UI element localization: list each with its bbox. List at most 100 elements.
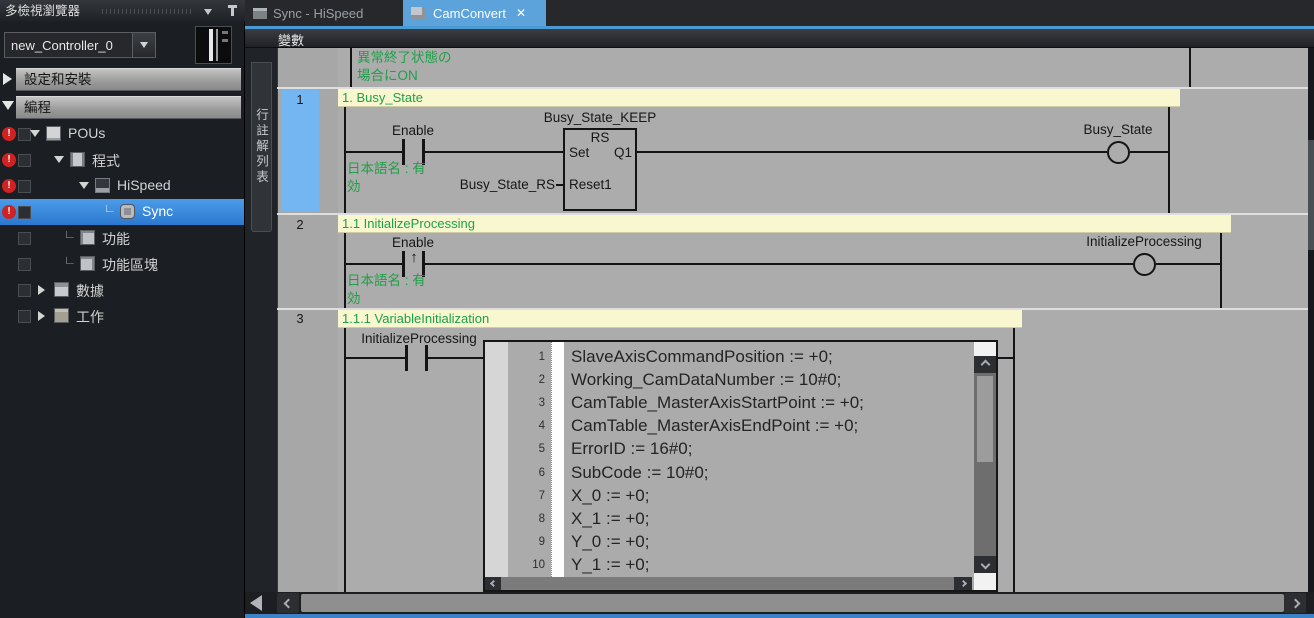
tab-close-icon[interactable]: ✕ (516, 6, 526, 20)
tree-item-label: HiSpeed (117, 177, 171, 193)
branch-icon: ∟ (64, 253, 76, 267)
st-line[interactable]: 8 X_1 := +0; (508, 507, 952, 530)
expander-icon[interactable] (38, 311, 45, 321)
controller-select-chevron-icon[interactable] (132, 33, 155, 57)
editor-scroll-left-button[interactable] (277, 593, 299, 613)
st-line[interactable]: 4CamTable_MasterAxisEndPoint := +0; (508, 415, 952, 438)
pin-icon[interactable] (227, 4, 239, 17)
tree-item-label: 數據 (76, 281, 104, 301)
section-label: 設定和安裝 (24, 72, 92, 87)
st-line[interactable]: 2Working_CamDataNumber := 10#0; (508, 368, 952, 391)
st-line[interactable]: 5ErrorID := 16#0; (508, 438, 952, 461)
tree-item-pous[interactable]: !POUs (0, 121, 244, 147)
tree-item-tasks[interactable]: 工作 (0, 303, 244, 329)
explorer-menu-chevron-icon[interactable] (204, 9, 212, 15)
st-code-text[interactable]: CamTable_MasterAxisEndPoint := +0; (571, 416, 858, 436)
expander-icon[interactable] (38, 285, 45, 295)
coil[interactable] (1107, 141, 1130, 164)
st-line[interactable]: 10Y_1 := +0; (508, 554, 952, 577)
tree-item-programs[interactable]: !程式 (0, 147, 244, 173)
tree-item-sync[interactable]: !∟Sync (0, 199, 244, 225)
st-code-text[interactable]: Working_CamDataNumber := 10#0; (571, 370, 841, 390)
variables-splitter-bar[interactable]: 變數 (245, 29, 1314, 48)
st-line[interactable]: 9Y_0 := +0; (508, 531, 952, 554)
power-rail-left (344, 328, 346, 592)
explorer-title-bar[interactable]: 多檢視瀏覽器 (0, 0, 245, 22)
power-rail-left (344, 107, 346, 213)
rung1-coil-label[interactable]: Busy_State (1083, 122, 1152, 138)
tree-item-hispeed[interactable]: !HiSpeed (0, 173, 244, 199)
rung1-number[interactable]: 1 (281, 92, 319, 107)
project-tree: !POUs!程式!HiSpeed!∟Sync ∟ 功能∟功能區塊數據工作 (0, 121, 244, 421)
rung2-number[interactable]: 2 (281, 217, 319, 232)
section-expanded-arrow-icon[interactable] (2, 101, 14, 110)
st-scroll-up-button[interactable] (974, 356, 996, 373)
st-scroll-right-button[interactable] (954, 577, 972, 590)
editor-vscroll-thumb[interactable] (1308, 140, 1314, 250)
section-collapsed-arrow-icon[interactable] (3, 73, 12, 85)
section-programming[interactable]: 編程 (16, 96, 241, 119)
st-code-text[interactable]: X_1 := +0; (571, 509, 649, 529)
section-configuration-setup[interactable]: 設定和安裝 (16, 68, 241, 91)
rung2-comment-bar[interactable]: 1.1 InitializeProcessing (338, 215, 1231, 233)
tab-camconvert-active[interactable]: CamConvert ✕ (403, 0, 546, 26)
wire (346, 151, 403, 153)
rung3-comment-bar[interactable]: 1.1.1 VariableInitialization (338, 310, 1022, 328)
rung2-coil-label[interactable]: InitializeProcessing (1086, 234, 1202, 250)
editor-vscroll-strip[interactable] (1308, 48, 1314, 592)
tree-item-label: 功能 (102, 229, 130, 249)
st-line[interactable]: 1SlaveAxisCommandPosition := +0; (508, 345, 952, 368)
rung3-number[interactable]: 3 (281, 311, 319, 326)
rung2-annotation-line1: 日本語名 : 有 (347, 273, 426, 289)
st-line[interactable]: 3CamTable_MasterAxisStartPoint := +0; (508, 391, 952, 414)
tree-item-function-blocks[interactable]: ∟功能區塊 (0, 251, 244, 277)
editor-scroll-right-button[interactable] (1284, 593, 1306, 613)
st-code-text[interactable]: ErrorID := 16#0; (571, 439, 692, 459)
coil[interactable] (1133, 253, 1156, 276)
st-code-text[interactable]: SubCode := 10#0; (571, 463, 709, 483)
tree-item-functions[interactable]: ∟ 功能 (0, 225, 244, 251)
tree-item-data[interactable]: 數據 (0, 277, 244, 303)
st-code-text[interactable]: Y_0 := +0; (571, 532, 649, 552)
st-line-number: 8 (508, 513, 549, 525)
tab-sync-hispeed[interactable]: Sync - HiSpeed (249, 1, 401, 26)
hispeed-icon (95, 178, 110, 193)
st-scroll-left-button[interactable] (485, 577, 501, 590)
st-vscroll-thumb[interactable] (977, 376, 993, 462)
tab-label: CamConvert (433, 6, 506, 21)
st-code-text[interactable]: Y_1 := +0; (571, 555, 649, 575)
rung-comment-list-tab[interactable]: 行註解列表 (251, 62, 272, 232)
st-line[interactable]: 6SubCode := 10#0; (508, 461, 952, 484)
st-code-text[interactable]: CamTable_MasterAxisStartPoint := +0; (571, 393, 864, 413)
contact-bar[interactable] (405, 345, 408, 371)
power-rail-right (1168, 107, 1170, 213)
function-block-program-icon (411, 7, 426, 19)
expander-icon[interactable] (54, 156, 64, 163)
rung1-comment: 1. Busy_State (342, 90, 423, 105)
expander-icon[interactable] (79, 182, 89, 189)
st-margin-strip (485, 342, 508, 577)
modified-marker (18, 232, 31, 245)
branch-icon: ∟ (64, 227, 76, 241)
wire (425, 263, 1133, 265)
st-line[interactable]: 7X_0 := +0; (508, 484, 952, 507)
rs-block-instance-label[interactable]: Busy_State_KEEP (544, 110, 657, 126)
modified-marker (18, 258, 31, 271)
rs-reset-operand[interactable]: Busy_State_RS (420, 177, 555, 193)
rung1-comment-bar[interactable]: 1. Busy_State (338, 89, 1180, 107)
wire (996, 357, 1013, 359)
st-hscroll-track[interactable] (501, 577, 954, 590)
st-scroll-down-button[interactable] (974, 556, 996, 573)
st-code-text[interactable]: X_0 := +0; (571, 486, 649, 506)
inline-st-editor[interactable]: 1SlaveAxisCommandPosition := +0;2Working… (483, 340, 998, 592)
rung1-contact-label[interactable]: Enable (392, 123, 434, 139)
rung3-contact-label[interactable]: InitializeProcessing (361, 331, 477, 347)
editor-hscroll-thumb[interactable] (301, 594, 1284, 612)
rs-pin-q1: Q1 (563, 145, 632, 161)
st-code-text[interactable]: SlaveAxisCommandPosition := +0; (571, 347, 833, 367)
controller-select[interactable]: new_Controller_0 (4, 32, 156, 58)
wire (428, 357, 483, 359)
collapse-panel-icon[interactable] (250, 595, 262, 611)
rung1-gutter-selected[interactable] (281, 90, 319, 212)
expander-icon[interactable] (30, 130, 40, 137)
